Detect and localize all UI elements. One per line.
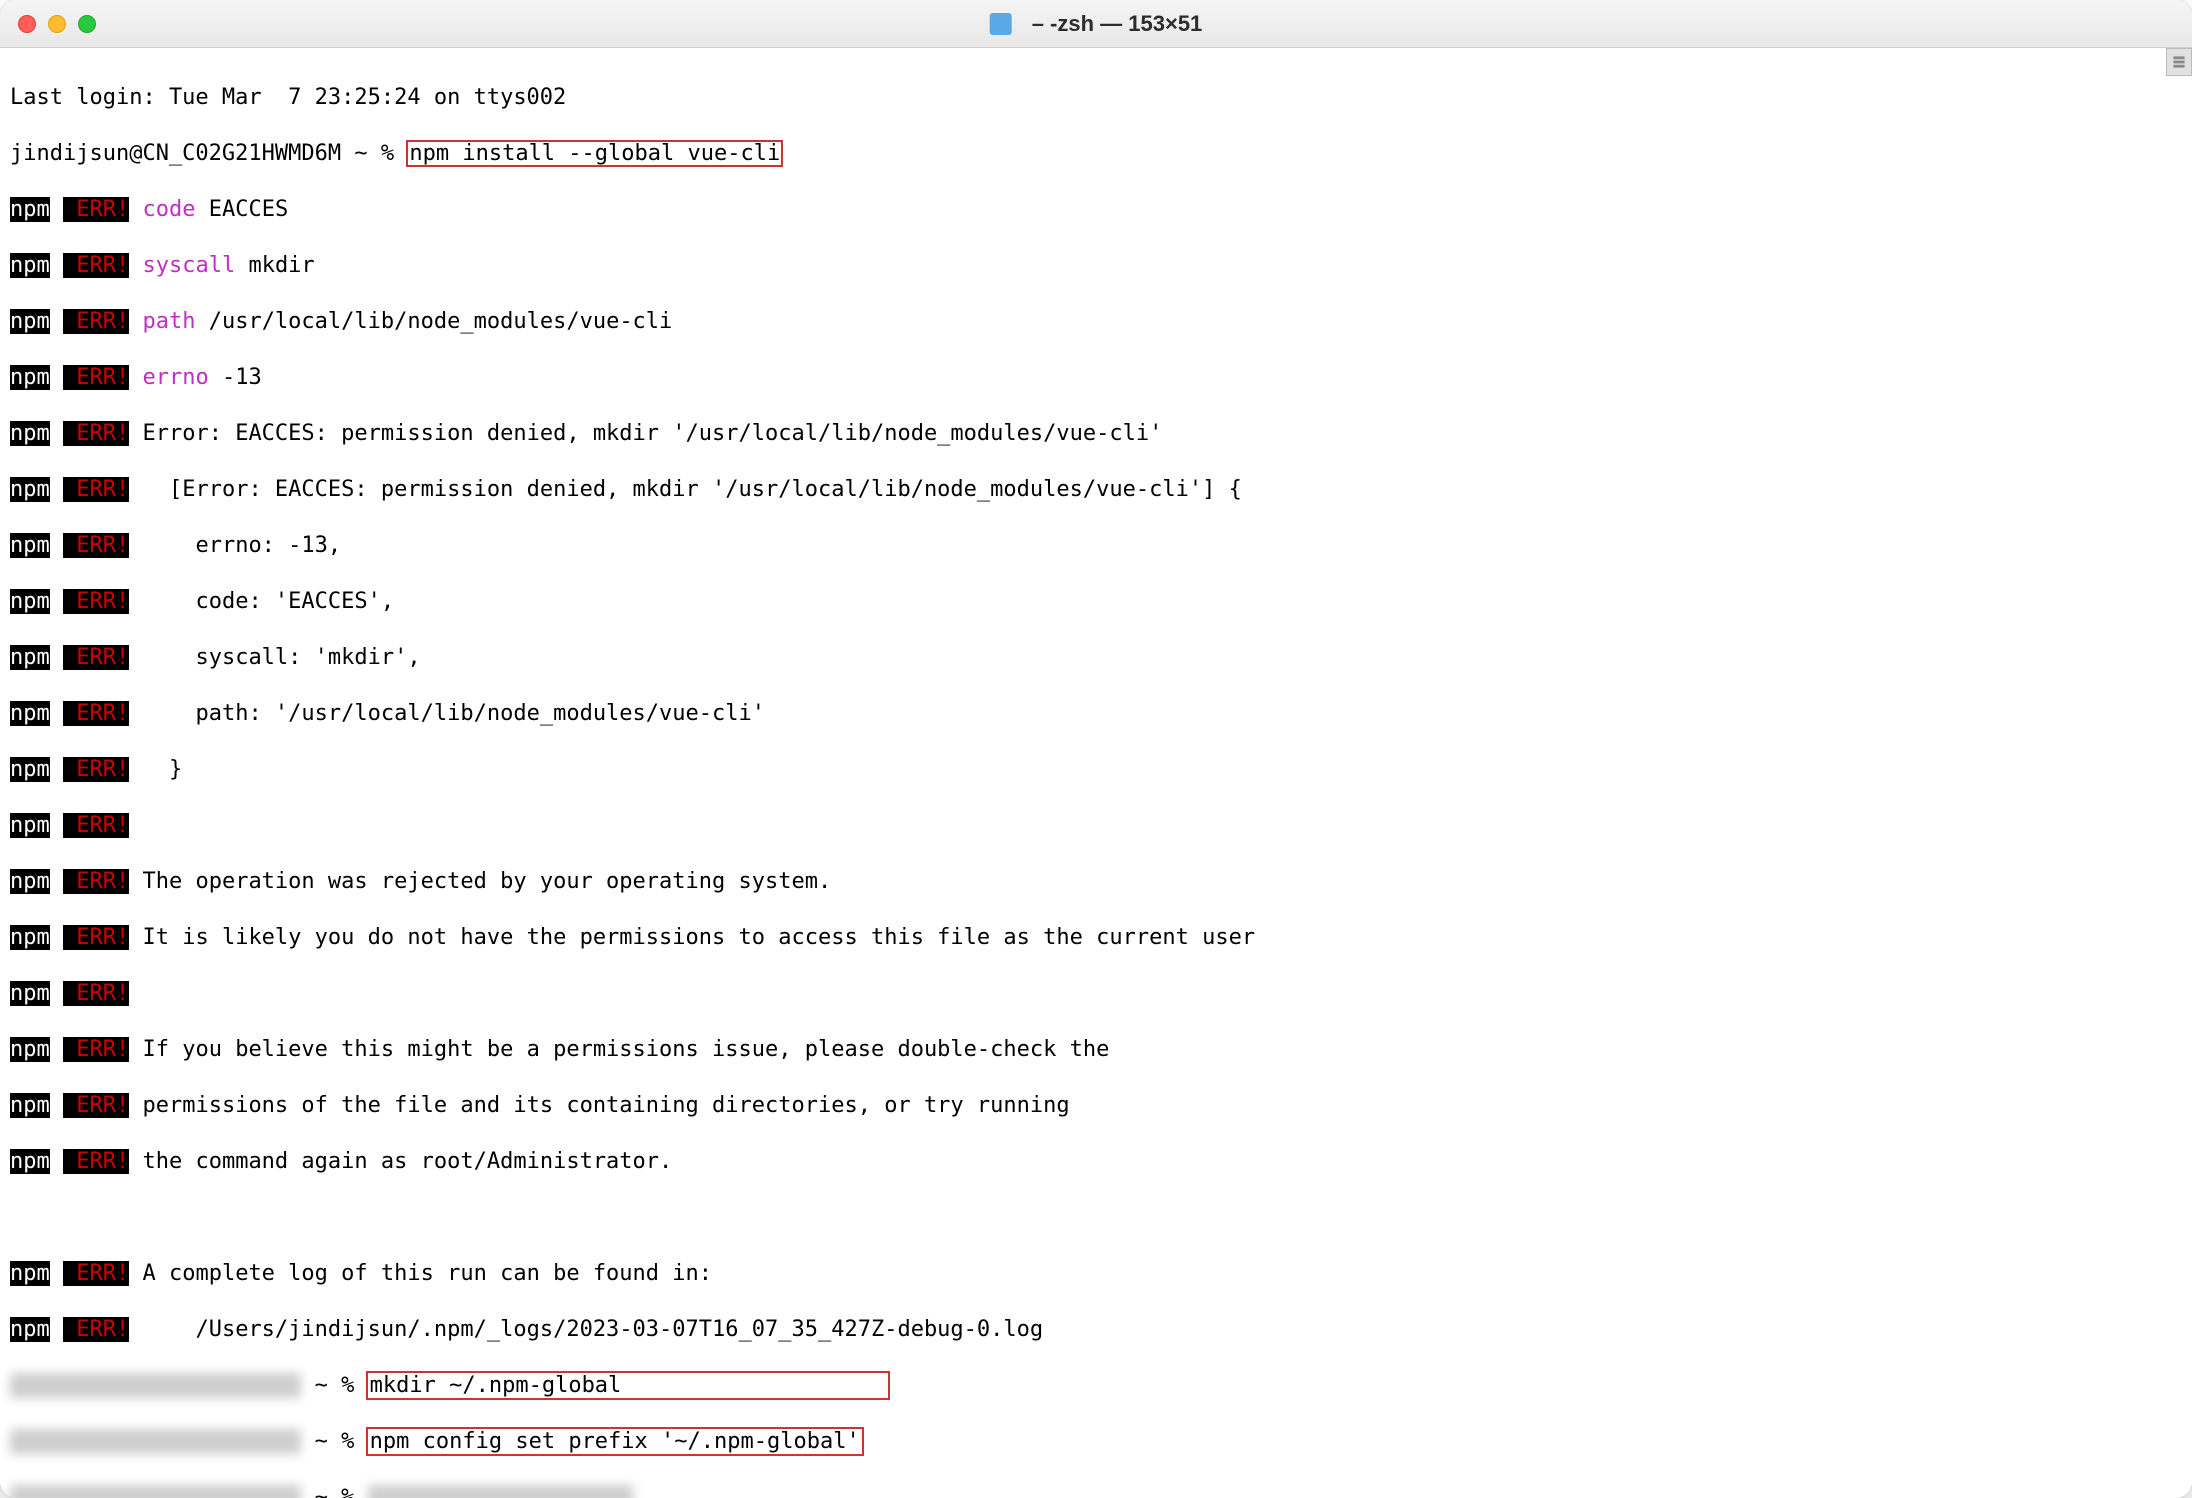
- window-title: – -zsh — 153×51: [990, 11, 1203, 37]
- err-l2: npm ERR! [Error: EACCES: permission deni…: [10, 476, 2182, 504]
- err-os2: npm ERR! It is likely you do not have th…: [10, 924, 2182, 952]
- err-l3: npm ERR! errno: -13,: [10, 532, 2182, 560]
- err-blank2: npm ERR!: [10, 980, 2182, 1008]
- blank-row: [10, 1204, 2182, 1232]
- close-icon[interactable]: [18, 15, 36, 33]
- err-l4: npm ERR! code: 'EACCES',: [10, 588, 2182, 616]
- cmd-config-box: npm config set prefix '~/.npm-global': [368, 1429, 862, 1454]
- err-l6: npm ERR! path: '/usr/local/lib/node_modu…: [10, 700, 2182, 728]
- traffic-lights: [18, 15, 96, 33]
- err-log1: npm ERR! A complete log of this run can …: [10, 1260, 2182, 1288]
- err-syscall: npm ERR! syscall mkdir: [10, 252, 2182, 280]
- prompt-line-1: jindijsun@CN_C02G21HWMD6M ~ % npm instal…: [10, 140, 2182, 168]
- cmd-mkdir-box: mkdir ~/.npm-global: [368, 1373, 889, 1398]
- blur-row-1: ~ % ~ %: [10, 1484, 2182, 1498]
- err-log2: npm ERR! /Users/jindijsun/.npm/_logs/202…: [10, 1316, 2182, 1344]
- err-perm2: npm ERR! permissions of the file and its…: [10, 1092, 2182, 1120]
- err-blank: npm ERR!: [10, 812, 2182, 840]
- err-perm3: npm ERR! the command again as root/Admin…: [10, 1148, 2182, 1176]
- scrollbar-grip[interactable]: [2166, 48, 2192, 76]
- app-icon: [990, 13, 1012, 35]
- err-l5: npm ERR! syscall: 'mkdir',: [10, 644, 2182, 672]
- minimize-icon[interactable]: [48, 15, 66, 33]
- err-perm1: npm ERR! If you believe this might be a …: [10, 1036, 2182, 1064]
- cmd-install-1: npm install --global vue-cli: [407, 141, 782, 166]
- err-l1: npm ERR! Error: EACCES: permission denie…: [10, 420, 2182, 448]
- titlebar: – -zsh — 153×51: [0, 0, 2192, 48]
- err-errno: npm ERR! errno -13: [10, 364, 2182, 392]
- title-suffix: – -zsh — 153×51: [1032, 11, 1203, 37]
- err-path: npm ERR! path /usr/local/lib/node_module…: [10, 308, 2182, 336]
- terminal-body[interactable]: Last login: Tue Mar 7 23:25:24 on ttys00…: [0, 48, 2192, 1498]
- last-login: Last login: Tue Mar 7 23:25:24 on ttys00…: [10, 84, 2182, 112]
- err-code: npm ERR! code code EACCES EACCES: [10, 196, 2182, 224]
- prompt: jindijsun@CN_C02G21HWMD6M ~ %: [10, 141, 407, 166]
- err-code-mag: code: [129, 197, 195, 222]
- cmd-config: ~ % ~ % npm config set prefix '~/.npm-gl…: [10, 1428, 2182, 1456]
- terminal-window: – -zsh — 153×51 Last login: Tue Mar 7 23…: [0, 0, 2192, 1498]
- maximize-icon[interactable]: [78, 15, 96, 33]
- err-os1: npm ERR! The operation was rejected by y…: [10, 868, 2182, 896]
- cmd-mkdir: ~ % ~ % mkdir ~/.npm-global: [10, 1372, 2182, 1400]
- err-l7: npm ERR! }: [10, 756, 2182, 784]
